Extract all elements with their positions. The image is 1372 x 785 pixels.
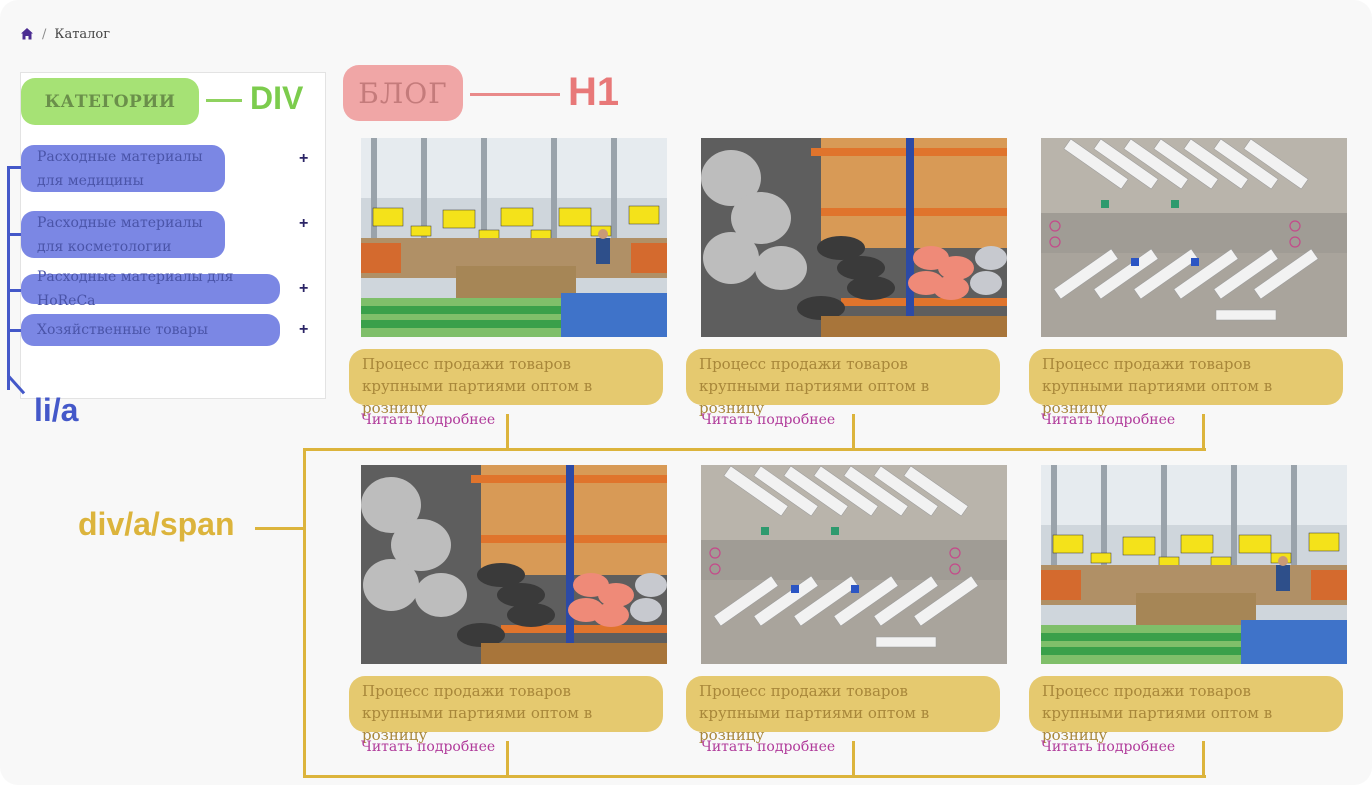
annotation-tick [7, 166, 21, 169]
sidebar-item-label: Расходные материалы для медицины [37, 148, 203, 189]
annotation-span-label: div/a/span [78, 506, 235, 542]
card-image[interactable] [701, 138, 1007, 337]
annotation-div-label: DIV [250, 80, 304, 116]
sidebar-item-horeca[interactable]: Расходные материалы для HoReCa [21, 269, 280, 309]
annotation-line-div [206, 99, 242, 102]
card-title[interactable]: Процесс продажи товаров крупными партиям… [349, 676, 663, 744]
annotation-line-h1 [470, 93, 560, 96]
breadcrumb-separator: / [42, 26, 47, 42]
read-more-link[interactable]: Читать подробнее [361, 412, 495, 428]
card-image[interactable] [361, 138, 667, 337]
expand-plus-icon[interactable]: + [299, 215, 308, 233]
card-image[interactable] [361, 465, 667, 664]
annotation-bracket-span [303, 775, 1206, 778]
breadcrumb-current: Каталог [54, 26, 111, 42]
card-title[interactable]: Процесс продажи товаров крупными партиям… [686, 676, 1000, 744]
read-more-link[interactable]: Читать подробнее [701, 739, 835, 755]
annotation-tick [7, 289, 21, 292]
annotation-tick [852, 414, 855, 450]
annotation-bracket-li [7, 166, 24, 390]
sidebar-item-label: Расходные материалы для HoReCa [37, 269, 234, 309]
expand-plus-icon[interactable]: + [299, 280, 308, 298]
card-image[interactable] [1041, 138, 1347, 337]
card-image[interactable] [701, 465, 1007, 664]
card-title[interactable]: Процесс продажи товаров крупными партиям… [686, 349, 1000, 417]
annotation-tick [7, 233, 21, 236]
annotation-tick [506, 741, 509, 777]
annotation-li-label: li/a [34, 392, 79, 428]
page-title: БЛОГ [343, 65, 463, 121]
sidebar-item-label: Хозяйственные товары [37, 322, 208, 338]
annotation-bracket-span [303, 448, 306, 778]
read-more-link[interactable]: Читать подробнее [1041, 739, 1175, 755]
read-more-link[interactable]: Читать подробнее [361, 739, 495, 755]
annotation-line-span [255, 527, 303, 530]
annotation-bracket-span [303, 448, 1206, 451]
expand-plus-icon[interactable]: + [299, 150, 308, 168]
card-title[interactable]: Процесс продажи товаров крупными партиям… [349, 349, 663, 417]
annotation-tick [1202, 414, 1205, 450]
read-more-link[interactable]: Читать подробнее [1041, 412, 1175, 428]
sidebar-item-medicine[interactable]: Расходные материалы для медицины [21, 145, 225, 192]
card-title[interactable]: Процесс продажи товаров крупными партиям… [1029, 349, 1343, 417]
card-image[interactable] [1041, 465, 1347, 664]
home-icon[interactable] [20, 27, 34, 41]
annotation-tick [7, 329, 21, 332]
annotation-tick [1202, 741, 1205, 777]
sidebar-item-cosmetology[interactable]: Расходные материалы для косметологии [21, 211, 225, 258]
read-more-link[interactable]: Читать подробнее [701, 412, 835, 428]
annotation-tick [852, 741, 855, 777]
expand-plus-icon[interactable]: + [299, 321, 308, 339]
categories-heading: КАТЕГОРИИ [21, 78, 199, 125]
annotation-tick [506, 414, 509, 450]
sidebar-item-household[interactable]: Хозяйственные товары [21, 314, 280, 346]
annotation-h1-label: H1 [568, 70, 620, 114]
breadcrumb: / Каталог [20, 24, 110, 44]
card-title[interactable]: Процесс продажи товаров крупными партиям… [1029, 676, 1343, 744]
sidebar-item-label: Расходные материалы для косметологии [37, 214, 203, 255]
